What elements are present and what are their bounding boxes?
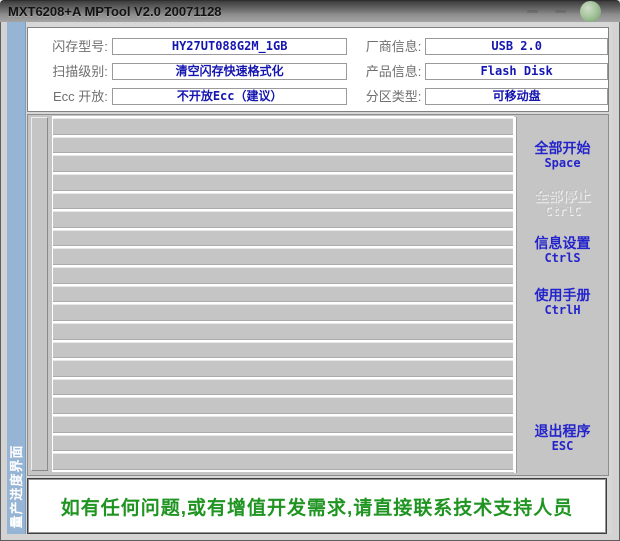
- maximize-icon[interactable]: [555, 10, 566, 13]
- form-row-2: 扫描级别: 清空闪存快速格式化 产品信息: Flash Disk: [28, 63, 608, 80]
- port-row: [53, 435, 513, 452]
- exit-program-hotkey: ESC: [517, 440, 608, 452]
- port-row: [53, 230, 513, 247]
- vendor-info-label: 厂商信息:: [355, 38, 421, 55]
- port-row: [53, 323, 513, 340]
- port-row: [53, 304, 513, 321]
- partition-type-field[interactable]: 可移动盘: [425, 88, 608, 105]
- progress-panel: 全部开始 Space 全部停止 CtrlC 信息设置 CtrlS 使用手册 Ct…: [27, 114, 609, 476]
- port-row: [53, 342, 513, 359]
- port-row: [53, 248, 513, 265]
- info-settings-button[interactable]: 信息设置 CtrlS: [517, 236, 608, 264]
- port-row: [53, 267, 513, 284]
- scan-level-label: 扫描级别:: [38, 63, 108, 80]
- flash-model-field[interactable]: HY27UT088G2M_1GB: [112, 38, 348, 55]
- action-panel: 全部开始 Space 全部停止 CtrlC 信息设置 CtrlS 使用手册 Ct…: [516, 117, 608, 473]
- title-bar[interactable]: MXT6208+A MPTool V2.0 20071128: [0, 0, 620, 22]
- port-row-list: [52, 116, 514, 472]
- port-row: [53, 286, 513, 303]
- user-manual-button[interactable]: 使用手册 CtrlH: [517, 288, 608, 316]
- window-border-left: [0, 22, 7, 541]
- product-info-label: 产品信息:: [355, 63, 421, 80]
- window-title: MXT6208+A MPTool V2.0 20071128: [8, 1, 222, 23]
- port-index-column: [31, 117, 48, 471]
- port-row: [53, 174, 513, 191]
- port-row: [53, 379, 513, 396]
- port-row: [53, 137, 513, 154]
- flash-model-label: 闪存型号:: [38, 38, 108, 55]
- support-banner: 如有任何问题,或有增值开发需求,请直接联系技术支持人员: [27, 478, 607, 534]
- stop-all-button[interactable]: 全部停止 CtrlC: [517, 189, 608, 217]
- info-settings-hotkey: CtrlS: [517, 252, 608, 264]
- port-row: [53, 453, 513, 470]
- form-row-3: Ecc 开放: 不开放Ecc（建议） 分区类型: 可移动盘: [28, 88, 608, 105]
- port-row: [53, 193, 513, 210]
- ecc-open-label: Ecc 开放:: [38, 88, 108, 105]
- port-row: [53, 360, 513, 377]
- window-border-bottom: [1, 534, 619, 541]
- partition-type-label: 分区类型:: [355, 88, 421, 105]
- close-icon[interactable]: [580, 1, 601, 22]
- minimize-icon[interactable]: [527, 10, 538, 13]
- exit-program-button[interactable]: 退出程序 ESC: [517, 424, 608, 452]
- window-border-right: [612, 22, 620, 541]
- side-spine: 量产进度界面: [7, 22, 26, 534]
- vendor-info-field[interactable]: USB 2.0: [425, 38, 608, 55]
- port-row: [53, 416, 513, 433]
- scan-level-field[interactable]: 清空闪存快速格式化: [112, 63, 348, 80]
- ecc-open-field[interactable]: 不开放Ecc（建议）: [112, 88, 348, 105]
- content-area: 闪存型号: HY27UT088G2M_1GB 厂商信息: USB 2.0 扫描级…: [26, 22, 612, 534]
- start-all-hotkey: Space: [517, 157, 608, 169]
- app-window: MXT6208+A MPTool V2.0 20071128 量产进度界面 闪存…: [0, 0, 620, 541]
- spine-label: 量产进度界面: [7, 442, 26, 531]
- user-manual-hotkey: CtrlH: [517, 304, 608, 316]
- form-row-1: 闪存型号: HY27UT088G2M_1GB 厂商信息: USB 2.0: [28, 38, 608, 55]
- port-row: [53, 211, 513, 228]
- port-row: [53, 397, 513, 414]
- start-all-button[interactable]: 全部开始 Space: [517, 141, 608, 169]
- stop-all-hotkey: CtrlC: [517, 205, 608, 217]
- port-row: [53, 118, 513, 135]
- product-info-field[interactable]: Flash Disk: [425, 63, 608, 80]
- settings-panel: 闪存型号: HY27UT088G2M_1GB 厂商信息: USB 2.0 扫描级…: [27, 27, 609, 112]
- port-row: [53, 155, 513, 172]
- support-text: 如有任何问题,或有增值开发需求,请直接联系技术支持人员: [61, 493, 574, 520]
